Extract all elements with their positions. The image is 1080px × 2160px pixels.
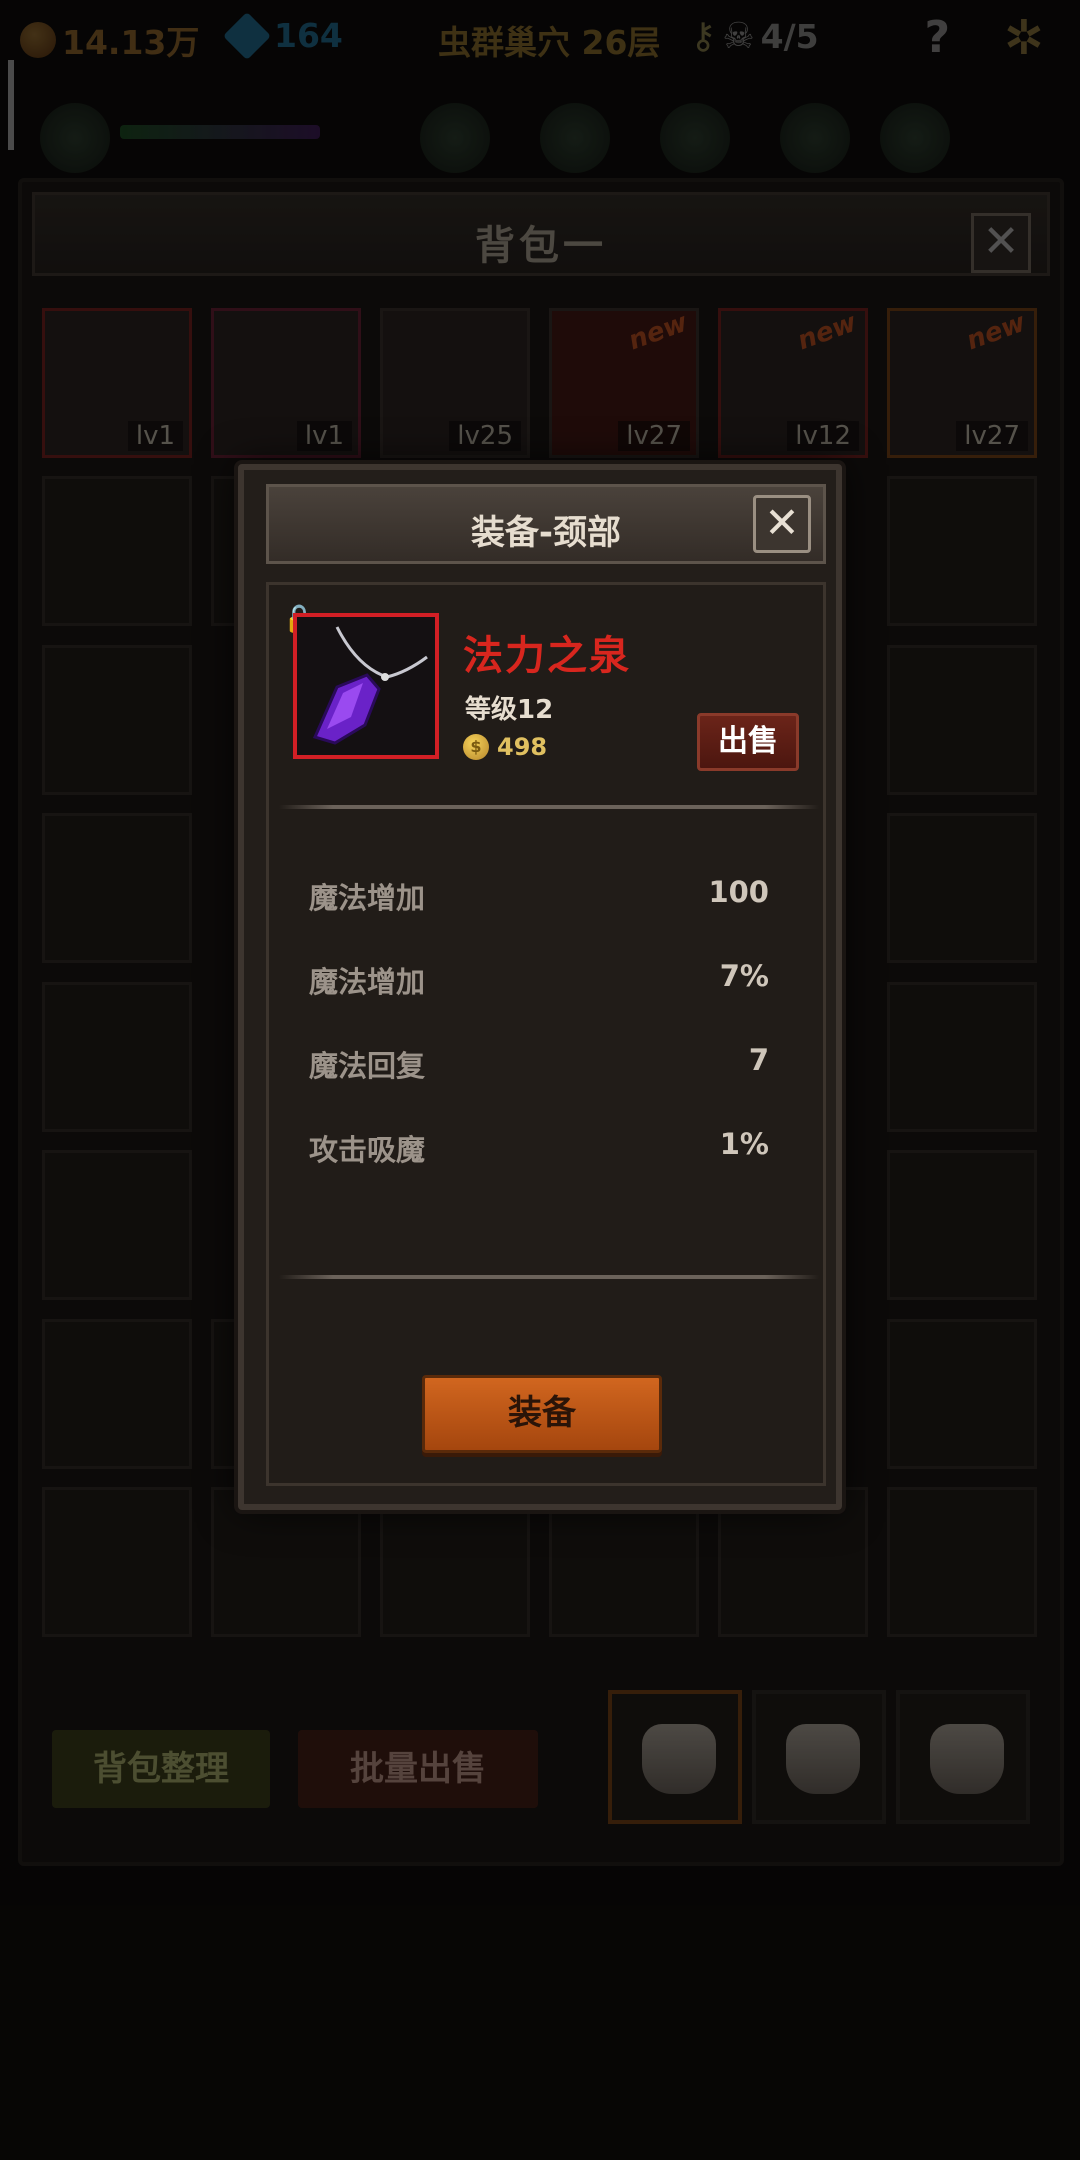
coin-icon: $ bbox=[463, 734, 489, 760]
dialog-header: 装备-颈部 ✕ bbox=[266, 484, 826, 564]
item-level: 等级12 bbox=[465, 695, 554, 725]
attribute-row: 魔法增加 100 bbox=[309, 875, 769, 915]
game-screen: 14.13万 164 虫群巢穴 26层 ⚷ ☠ 4/5 ? ✲ 背包一 ✕ lv bbox=[0, 0, 1080, 2160]
divider bbox=[279, 805, 819, 809]
price-value: 498 bbox=[497, 733, 548, 761]
amulet-icon bbox=[312, 626, 428, 745]
attribute-row: 魔法回复 7 bbox=[309, 1043, 769, 1083]
divider bbox=[279, 1275, 819, 1279]
attribute-value: 1% bbox=[719, 1127, 769, 1161]
item-price: $ 498 bbox=[463, 733, 547, 761]
item-icon-frame bbox=[293, 613, 439, 759]
attribute-name: 魔法增加 bbox=[309, 965, 426, 999]
attribute-value: 100 bbox=[708, 875, 769, 909]
dialog-title: 装备-颈部 bbox=[470, 513, 622, 553]
attribute-row: 魔法增加 7% bbox=[309, 959, 769, 999]
sell-button[interactable]: 出售 bbox=[697, 713, 799, 771]
attribute-name: 攻击吸魔 bbox=[309, 1133, 426, 1167]
attribute-row: 攻击吸魔 1% bbox=[309, 1127, 769, 1167]
attribute-name: 魔法回复 bbox=[309, 1049, 426, 1083]
attribute-value: 7% bbox=[719, 959, 769, 993]
attribute-value: 7 bbox=[748, 1043, 769, 1077]
dialog-body: 🔓 法力之泉 等级12 $ 498 出售 魔法增加 100 bbox=[266, 582, 826, 1486]
dialog-close-button[interactable]: ✕ bbox=[753, 495, 811, 553]
item-name: 法力之泉 bbox=[463, 633, 631, 679]
equip-button[interactable]: 装备 bbox=[422, 1375, 662, 1453]
attribute-name: 魔法增加 bbox=[309, 881, 426, 915]
equipment-dialog: 装备-颈部 ✕ 🔓 法力之泉 等级12 $ 498 出售 bbox=[238, 464, 842, 1510]
